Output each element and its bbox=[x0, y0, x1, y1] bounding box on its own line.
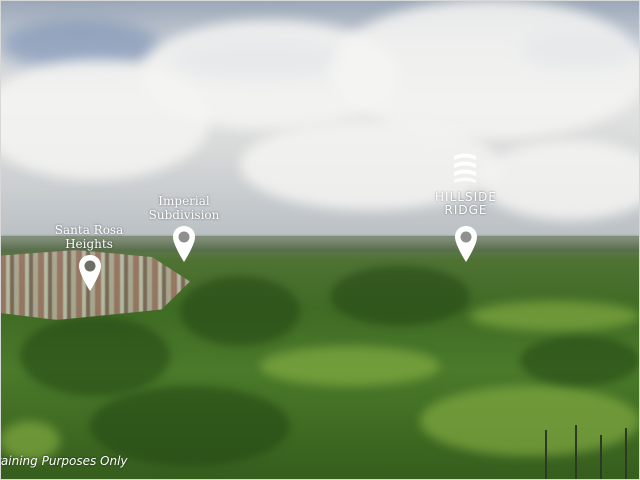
cloud bbox=[330, 0, 640, 140]
marker-label-line: Santa Rosa bbox=[54, 223, 124, 237]
palm-tree bbox=[575, 425, 577, 480]
clearing bbox=[260, 346, 440, 386]
marker-label-line: Subdivision bbox=[148, 208, 220, 222]
tree-cluster bbox=[180, 276, 300, 346]
marker-label-line: RIDGE bbox=[444, 203, 488, 217]
palm-tree bbox=[545, 430, 547, 480]
tree-cluster bbox=[520, 336, 640, 386]
clearing bbox=[420, 386, 640, 456]
marker-label-line: Heights bbox=[65, 237, 113, 251]
tree-cluster bbox=[330, 266, 470, 326]
tree-cluster bbox=[20, 316, 170, 396]
hillside-ridge-logo bbox=[454, 153, 476, 183]
map-pin-icon[interactable] bbox=[172, 225, 196, 263]
aerial-photo: Santa Rosa Heights Imperial Subdivision … bbox=[0, 0, 640, 480]
sky bbox=[0, 0, 640, 250]
watermark-text: raining Purposes Only bbox=[0, 454, 128, 468]
marker-label-imperial: Imperial Subdivision bbox=[144, 194, 224, 222]
palm-tree bbox=[600, 435, 602, 480]
clearing bbox=[470, 301, 640, 331]
marker-label-santa-rosa: Santa Rosa Heights bbox=[49, 223, 129, 251]
map-pin-icon[interactable] bbox=[78, 254, 102, 292]
map-pin-icon[interactable] bbox=[454, 225, 478, 263]
marker-label-hillside: HILLSIDE RIDGE bbox=[420, 191, 512, 217]
marker-label-line: Imperial bbox=[158, 194, 210, 208]
palm-tree bbox=[625, 428, 627, 480]
